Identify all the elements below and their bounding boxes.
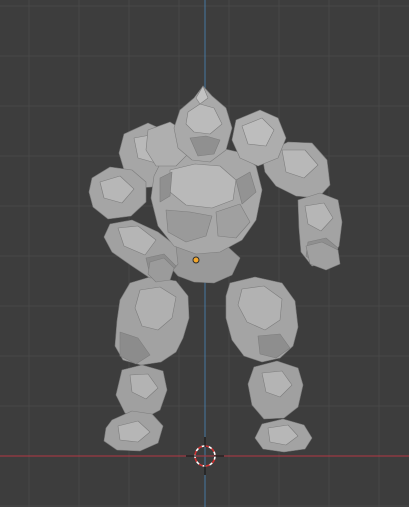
golem-mesh[interactable] bbox=[88, 85, 343, 453]
3d-viewport[interactable] bbox=[0, 0, 409, 507]
head bbox=[173, 85, 233, 163]
left-leg bbox=[225, 276, 313, 453]
object-origin[interactable] bbox=[192, 256, 200, 264]
right-leg bbox=[103, 276, 190, 452]
viewport-canvas[interactable] bbox=[0, 0, 409, 507]
